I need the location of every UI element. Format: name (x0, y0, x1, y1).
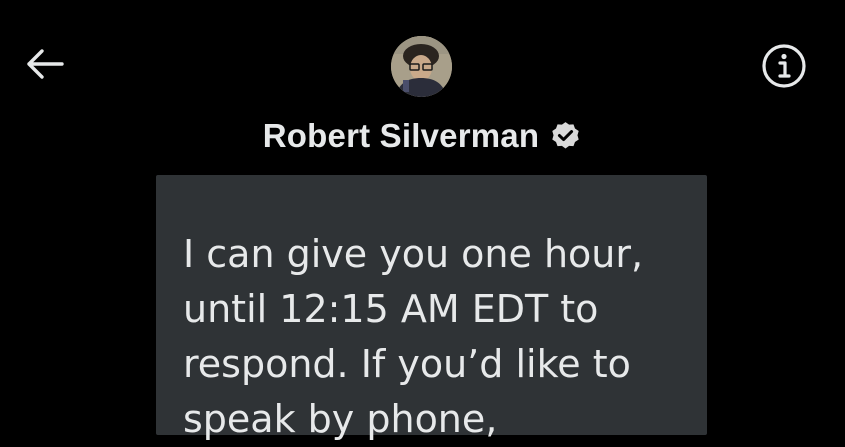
back-button[interactable] (20, 44, 68, 88)
conversation-info-button[interactable] (756, 40, 812, 96)
arrow-left-icon (24, 48, 64, 84)
contact-name: Robert Silverman (262, 117, 540, 154)
message-bubble[interactable]: I can give you one hour, until 12:15 AM … (156, 175, 707, 441)
contact-header[interactable]: Robert Silverman (0, 112, 845, 160)
info-circle-icon (760, 42, 808, 94)
avatar[interactable] (391, 36, 452, 97)
message-text: I can give you one hour, until 12:15 AM … (183, 232, 644, 441)
verified-badge-icon (549, 120, 582, 153)
avatar-photo (391, 36, 452, 97)
